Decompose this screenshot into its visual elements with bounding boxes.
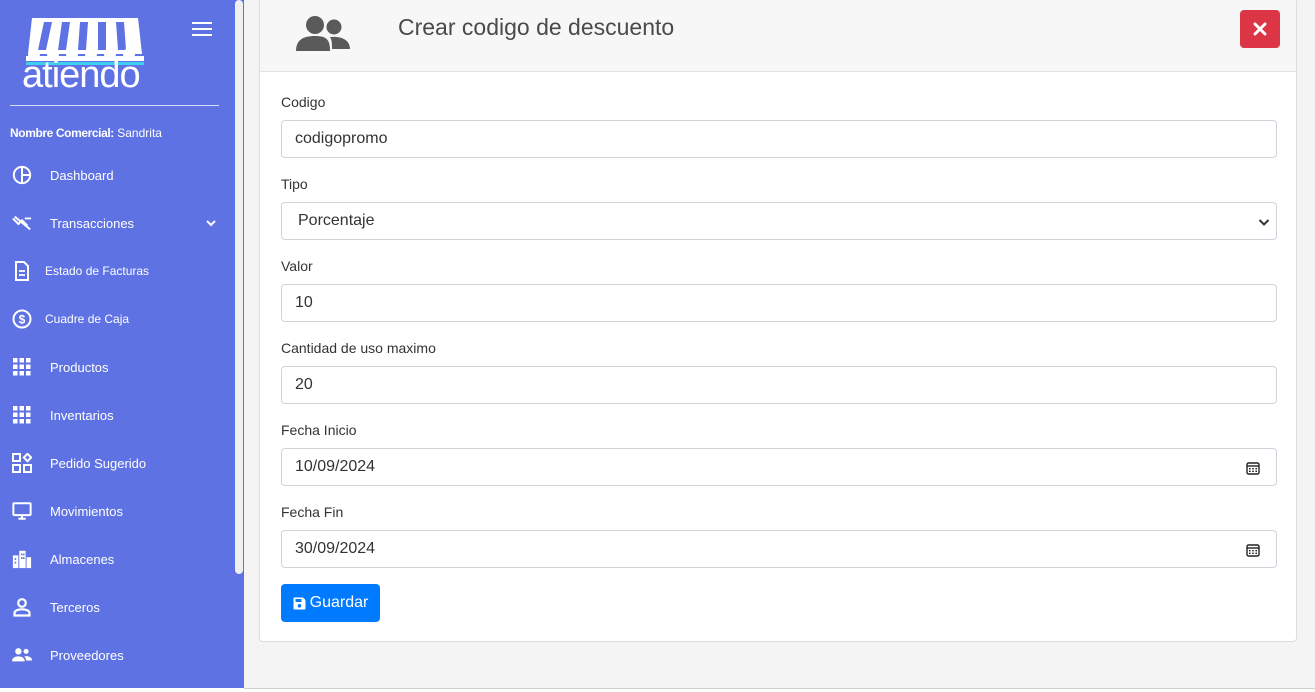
- tipo-value: Porcentaje: [298, 212, 375, 229]
- footer-strip: [244, 688, 1315, 692]
- sidebar-item-pedido-sugerido[interactable]: Pedido Sugerido: [0, 443, 234, 483]
- sidebar-item-productos[interactable]: Productos: [0, 347, 234, 387]
- sidebar-item-estado-facturas[interactable]: Estado de Facturas: [0, 251, 234, 291]
- sidebar-item-label: Productos: [50, 359, 109, 375]
- calendar-icon[interactable]: [1246, 543, 1260, 557]
- save-button-label: Guardar: [309, 594, 369, 611]
- save-button[interactable]: Guardar: [281, 584, 380, 622]
- sidebar-item-movimientos[interactable]: Movimientos: [0, 491, 234, 531]
- people-icon: [12, 645, 32, 665]
- buildings-icon: [12, 549, 32, 569]
- grid-icon: [12, 357, 32, 377]
- grid-icon: [12, 405, 32, 425]
- sidebar-item-label: Almacenes: [50, 551, 115, 567]
- sidebar-item-label: Movimientos: [50, 503, 123, 519]
- commercial-name-label: Nombre Comercial:: [10, 126, 114, 140]
- person-icon: [12, 597, 32, 617]
- fecha-fin-label: Fecha Fin: [281, 504, 344, 520]
- sidebar: atiendo Nombre Comercial: Sandrita Dashb…: [0, 0, 244, 688]
- scrollbar-thumb[interactable]: [235, 0, 243, 574]
- brand-name: atiendo: [22, 54, 141, 96]
- monitor-icon: [12, 501, 32, 521]
- sidebar-item-cuadre-caja[interactable]: $ Cuadre de Caja: [0, 299, 234, 339]
- users-icon: [296, 16, 350, 51]
- sidebar-item-almacenes[interactable]: Almacenes: [0, 539, 234, 579]
- dollar-circle-icon: $: [12, 309, 32, 329]
- codigo-value: codigopromo: [295, 130, 388, 147]
- menu-toggle-icon[interactable]: [192, 22, 212, 36]
- sidebar-item-transacciones[interactable]: Transacciones: [0, 203, 234, 243]
- sidebar-item-label: Inventarios: [50, 407, 114, 423]
- sidebar-divider: [10, 105, 219, 106]
- sidebar-item-label: Transacciones: [50, 215, 135, 231]
- sidebar-item-label: Terceros: [50, 599, 100, 615]
- sidebar-item-dashboard[interactable]: Dashboard: [0, 155, 234, 195]
- pie-chart-icon: [12, 165, 32, 185]
- transactions-icon: [12, 213, 32, 233]
- cantidad-label: Cantidad de uso maximo: [281, 340, 436, 356]
- codigo-label: Codigo: [281, 94, 326, 110]
- sidebar-item-label: Dashboard: [50, 167, 114, 183]
- cantidad-input[interactable]: 20: [281, 366, 1277, 404]
- calendar-icon[interactable]: [1246, 461, 1260, 475]
- sidebar-item-label: Pedido Sugerido: [50, 455, 147, 471]
- fecha-inicio-input[interactable]: 10/09/2024: [281, 448, 1277, 486]
- sidebar-item-label: Proveedores: [50, 647, 124, 663]
- commercial-name-value: Sandrita: [117, 126, 162, 140]
- footer-strip-left: [0, 688, 244, 692]
- sidebar-scrollbar[interactable]: [234, 0, 244, 688]
- valor-label: Valor: [281, 258, 313, 274]
- commercial-name: Nombre Comercial: Sandrita: [10, 126, 162, 140]
- fecha-inicio-label: Fecha Inicio: [281, 422, 357, 438]
- sidebar-item-proveedores[interactable]: Proveedores: [0, 635, 234, 675]
- sidebar-item-terceros[interactable]: Terceros: [0, 587, 234, 627]
- chevron-down-icon: [1258, 219, 1270, 226]
- floppy-disk-icon: [293, 597, 306, 609]
- document-icon: [12, 261, 32, 281]
- valor-value: 10: [295, 294, 313, 311]
- cantidad-value: 20: [295, 376, 313, 393]
- discount-code-card: Crear codigo de descuento Codigo codigop…: [259, 0, 1297, 642]
- fecha-inicio-value: 10/09/2024: [295, 458, 376, 475]
- codigo-input[interactable]: codigopromo: [281, 120, 1277, 158]
- sidebar-item-label: Estado de Facturas: [45, 264, 150, 278]
- fecha-fin-value: 30/09/2024: [295, 540, 376, 557]
- close-icon: [1253, 22, 1267, 36]
- svg-text:$: $: [19, 313, 26, 327]
- close-button[interactable]: [1240, 10, 1280, 48]
- chevron-down-icon: [206, 220, 216, 227]
- sidebar-item-label: Cuadre de Caja: [45, 312, 130, 326]
- fecha-fin-input[interactable]: 30/09/2024: [281, 530, 1277, 568]
- tipo-label: Tipo: [281, 176, 308, 192]
- valor-input[interactable]: 10: [281, 284, 1277, 322]
- page-title: Crear codigo de descuento: [398, 14, 675, 40]
- card-header: Crear codigo de descuento: [260, 0, 1296, 72]
- tipo-select[interactable]: Porcentaje: [281, 202, 1277, 240]
- widgets-icon: [12, 453, 32, 473]
- sidebar-item-inventarios[interactable]: Inventarios: [0, 395, 234, 435]
